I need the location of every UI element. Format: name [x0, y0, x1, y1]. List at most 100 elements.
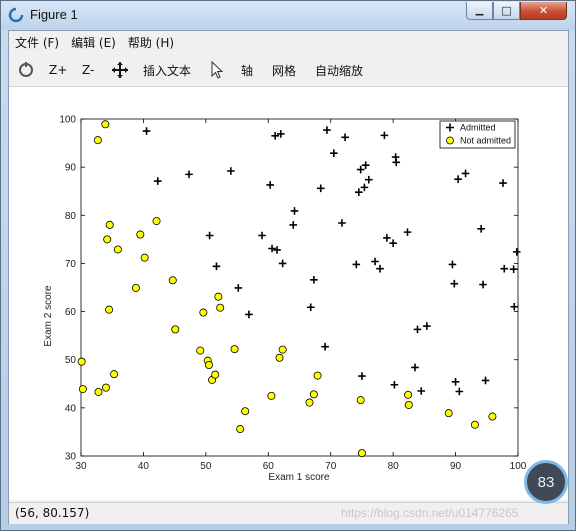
- axis-label: 轴: [241, 63, 254, 78]
- x-tick-label: 40: [138, 461, 150, 472]
- y-tick-label: 40: [65, 403, 77, 414]
- zoom-out-button[interactable]: Z-: [82, 61, 94, 79]
- not-admitted-point: [214, 292, 223, 301]
- not-admitted-point: [313, 371, 322, 380]
- not-admitted-point: [488, 412, 497, 421]
- grid-label: 网格: [272, 63, 297, 78]
- autoscale-label: 自动缩放: [315, 63, 364, 78]
- not-admitted-point: [140, 253, 149, 262]
- not-admitted-point: [101, 383, 110, 392]
- y-tick-label: 70: [65, 259, 77, 270]
- y-tick-label: 60: [65, 307, 77, 318]
- not-admitted-point: [404, 390, 413, 399]
- x-tick-label: 50: [200, 461, 212, 472]
- not-admitted-point: [101, 120, 110, 129]
- maximize-button[interactable]: □: [493, 2, 520, 20]
- cursor-coordinates: (56, 80.157): [15, 506, 90, 520]
- zoom-out-label: Z-: [82, 63, 95, 77]
- not-admitted-point: [113, 245, 122, 254]
- not-admitted-point: [103, 235, 112, 244]
- not-admitted-point: [94, 387, 103, 396]
- pan-button[interactable]: [111, 61, 129, 79]
- axes: 30 40 50 60 70 80 90 100 30 40 50 60 70 80 90 100: [59, 115, 526, 473]
- not-admitted-point: [275, 353, 284, 362]
- not-admitted-point: [267, 391, 276, 400]
- not-admitted-point: [105, 305, 114, 314]
- x-tick-label: 100: [510, 461, 527, 472]
- not-admitted-point: [278, 345, 287, 354]
- legend-not-admitted-marker: [446, 136, 454, 145]
- x-tick-label: 30: [75, 461, 87, 472]
- not-admitted-point: [168, 276, 177, 285]
- not-admitted-point: [105, 220, 114, 229]
- not-admitted-point: [241, 407, 250, 416]
- maximize-icon: □: [501, 4, 512, 17]
- y-axis-label: Exam 2 score: [43, 285, 54, 347]
- legend-not-admitted-label: Not admitted: [460, 136, 511, 146]
- x-tick-label: 70: [325, 461, 337, 472]
- status-bar: (56, 80.157) https://blog.csdn.net/u0147…: [9, 502, 568, 524]
- not-admitted-point: [230, 345, 239, 354]
- rotate-icon: [19, 62, 33, 77]
- not-admitted-point: [305, 398, 314, 407]
- zoom-in-button[interactable]: Z+: [49, 61, 67, 79]
- not-admitted-point: [78, 385, 87, 394]
- not-admitted-point: [357, 449, 366, 458]
- x-tick-label: 60: [263, 461, 275, 472]
- not-admitted-point: [216, 303, 225, 312]
- figure-client-area: 文件 (F) 编辑 (E) 帮助 (H) Z+ Z- 插入文本 轴 网格 自动缩…: [8, 30, 569, 524]
- y-tick-label: 90: [65, 163, 77, 174]
- minimize-button[interactable]: ▁: [466, 2, 493, 20]
- rotate-button[interactable]: [17, 61, 35, 79]
- autoscale-button[interactable]: 自动缩放: [315, 61, 363, 79]
- not-admitted-point: [196, 346, 205, 355]
- not-admitted-point: [77, 357, 86, 366]
- legend-admitted-label: Admitted: [460, 123, 496, 133]
- y-tick-label: 80: [65, 211, 77, 222]
- close-icon: ✕: [538, 4, 549, 17]
- menu-edit[interactable]: 编辑 (E): [71, 34, 116, 51]
- scatter-plot[interactable]: 30 40 50 60 70 80 90 100 30 40 50 60 70 80 90 100 Admit…: [9, 87, 568, 500]
- axis-button[interactable]: 轴: [241, 61, 253, 79]
- grid-button[interactable]: 网格: [272, 61, 296, 79]
- y-tick-label: 100: [59, 115, 76, 126]
- figure-canvas[interactable]: 30 40 50 60 70 80 90 100 30 40 50 60 70 80 90 100 Admit…: [9, 87, 568, 500]
- not-admitted-point: [356, 396, 365, 405]
- x-tick-label: 80: [388, 461, 400, 472]
- not-admitted-point: [204, 361, 213, 370]
- title-bar[interactable]: Figure 1 ▁ □ ✕: [1, 1, 575, 30]
- figure-window: Figure 1 ▁ □ ✕ 文件 (F) 编辑 (E) 帮助 (H) Z+ Z…: [0, 0, 576, 531]
- insert-text-label: 插入文本: [143, 63, 192, 78]
- pan-icon: [112, 62, 128, 78]
- not-admitted-point: [236, 425, 245, 434]
- zoom-in-label: Z+: [49, 63, 68, 77]
- menu-file[interactable]: 文件 (F): [15, 34, 59, 51]
- menu-bar: 文件 (F) 编辑 (E) 帮助 (H): [9, 31, 568, 53]
- toolbar: Z+ Z- 插入文本 轴 网格 自动缩放: [9, 54, 568, 87]
- x-tick-label: 90: [450, 461, 462, 472]
- speed-badge: 83: [524, 460, 568, 504]
- select-pointer-button[interactable]: [210, 61, 224, 79]
- not-admitted-point: [152, 217, 161, 226]
- y-tick-label: 30: [65, 452, 77, 463]
- legend[interactable]: Admitted Not admitted: [439, 120, 516, 149]
- window-title: Figure 1: [30, 7, 78, 22]
- not-admitted-point: [171, 325, 180, 334]
- not-admitted-point: [211, 370, 220, 379]
- not-admitted-point: [136, 230, 145, 239]
- not-admitted-point: [93, 136, 102, 145]
- not-admitted-point: [131, 283, 140, 292]
- watermark-text: https://blog.csdn.net/u014776265: [341, 506, 519, 520]
- not-admitted-point: [404, 400, 413, 409]
- menu-help[interactable]: 帮助 (H): [128, 34, 174, 51]
- speed-badge-value: 83: [537, 473, 555, 491]
- x-axis-label: Exam 1 score: [268, 472, 330, 483]
- insert-text-button[interactable]: 插入文本: [143, 61, 191, 79]
- not-admitted-point: [470, 420, 479, 429]
- not-admitted-point: [110, 370, 119, 379]
- pointer-icon: [211, 61, 224, 79]
- close-button[interactable]: ✕: [520, 2, 567, 20]
- not-admitted-point: [444, 409, 453, 418]
- not-admitted-point: [309, 390, 318, 399]
- minimize-icon: ▁: [475, 5, 484, 16]
